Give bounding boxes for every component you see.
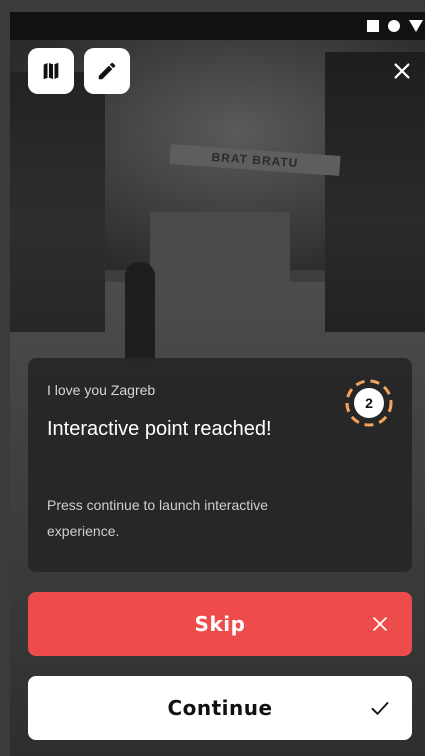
card-subtitle: I love you Zagreb: [47, 382, 156, 398]
close-icon: [370, 614, 390, 634]
checkmark-icon: [370, 698, 390, 718]
pencil-icon: [98, 62, 116, 80]
skip-label: Skip: [194, 612, 246, 636]
skip-button[interactable]: Skip: [28, 592, 412, 656]
screen-frame: BRAT BRATU I love you Zagreb Interactive…: [0, 0, 425, 756]
card-title: Interactive point reached!: [47, 418, 272, 440]
card-description: Press continue to launch interactive exp…: [47, 497, 269, 539]
point-number-badge: 2: [344, 378, 394, 428]
background-building-right: [325, 52, 425, 332]
interactive-point-card: I love you Zagreb Interactive point reac…: [28, 358, 412, 572]
circle-icon: [388, 20, 400, 32]
triangle-icon: [409, 20, 423, 32]
badge-number: 2: [365, 395, 373, 411]
close-button[interactable]: [391, 60, 413, 82]
status-bar: [10, 12, 425, 40]
map-button[interactable]: [28, 48, 74, 94]
background-building-left: [10, 72, 105, 332]
continue-label: Continue: [167, 696, 273, 720]
edit-button[interactable]: [84, 48, 130, 94]
background-far-building: [150, 212, 290, 282]
phone-screen: BRAT BRATU I love you Zagreb Interactive…: [10, 12, 425, 756]
status-icons: [367, 18, 423, 34]
square-icon: [367, 20, 379, 32]
background-pedestrian: [125, 262, 155, 362]
map-icon: [43, 62, 59, 80]
close-icon: [394, 63, 410, 79]
continue-button[interactable]: Continue: [28, 676, 412, 740]
